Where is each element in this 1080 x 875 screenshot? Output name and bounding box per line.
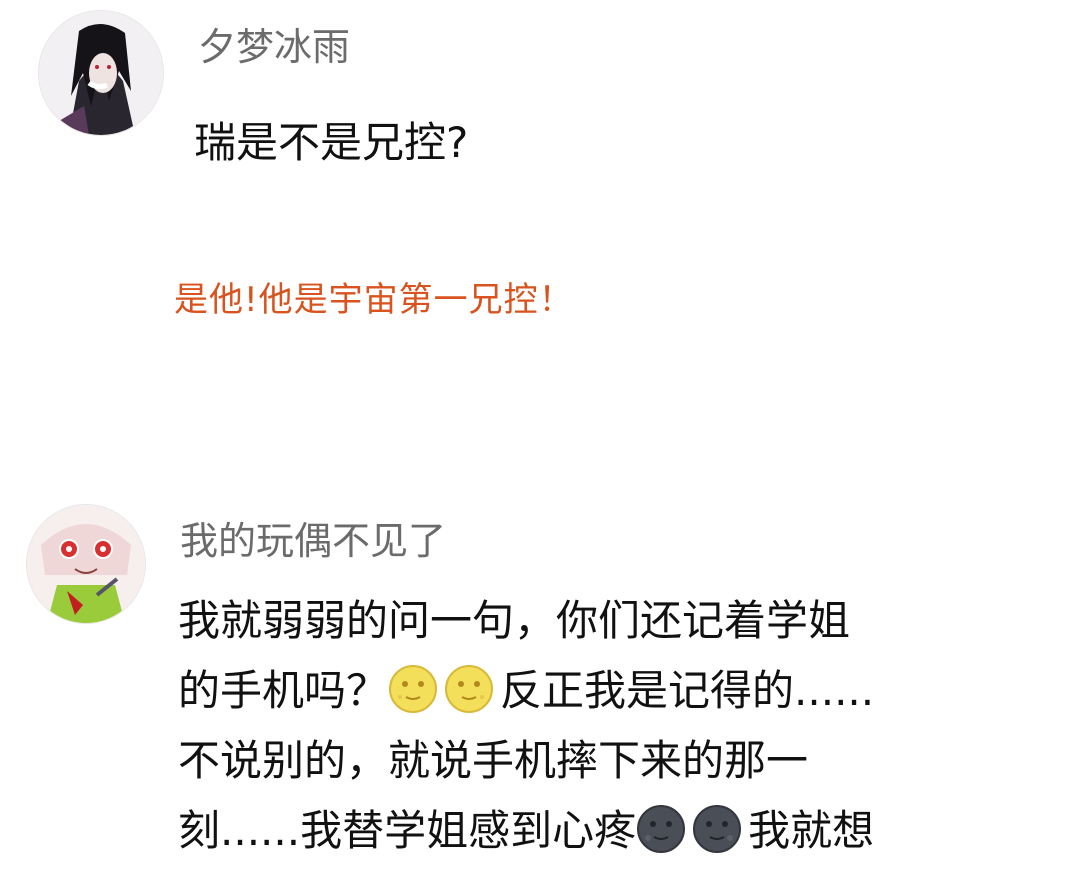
new-moon-face-emoji-icon — [692, 804, 742, 854]
comment-username[interactable]: 我的玩偶不见了 — [180, 510, 446, 565]
comment-1: 夕梦冰雨 瑞是不是兄控? 是他!他是宇宙第一兄控！ — [0, 0, 1080, 320]
comment-line: 刻......我替学姐感到心疼 我就想 — [178, 796, 1038, 866]
comment-line-part: 反正我是记得的...... — [500, 666, 875, 715]
user-avatar[interactable] — [26, 504, 146, 624]
comment-text: 我就弱弱的问一句，你们还记着学姐 的手机吗？ 反正我是记得的...... 不说别的… — [178, 586, 1038, 866]
reply-text: 是他!他是宇宙第一兄控！ — [174, 280, 574, 320]
comment-line: 不说别的，就说手机摔下来的那一 — [178, 736, 809, 785]
comment-line-part: 刻......我替学姐感到心疼 — [178, 806, 637, 855]
comment-line-part: 我就想 — [748, 806, 875, 855]
full-moon-face-emoji-icon — [444, 664, 494, 714]
user-avatar[interactable] — [38, 10, 164, 136]
comment-line: 的手机吗？ 反正我是记得的...... — [178, 656, 1038, 726]
comment-username[interactable]: 夕梦冰雨 — [198, 16, 350, 71]
comment-line-part: 的手机吗？ — [178, 666, 389, 715]
avatar-image — [39, 11, 163, 135]
comment-line: 我就弱弱的问一句，你们还记着学姐 — [178, 596, 851, 645]
comment-2: 我的玩偶不见了 我就弱弱的问一句，你们还记着学姐 的手机吗？ 反正我是记得的...… — [0, 480, 1080, 855]
new-moon-face-emoji-icon — [636, 804, 686, 854]
avatar-image — [27, 505, 145, 623]
full-moon-face-emoji-icon — [388, 664, 438, 714]
comment-text: 瑞是不是兄控? — [194, 118, 469, 167]
